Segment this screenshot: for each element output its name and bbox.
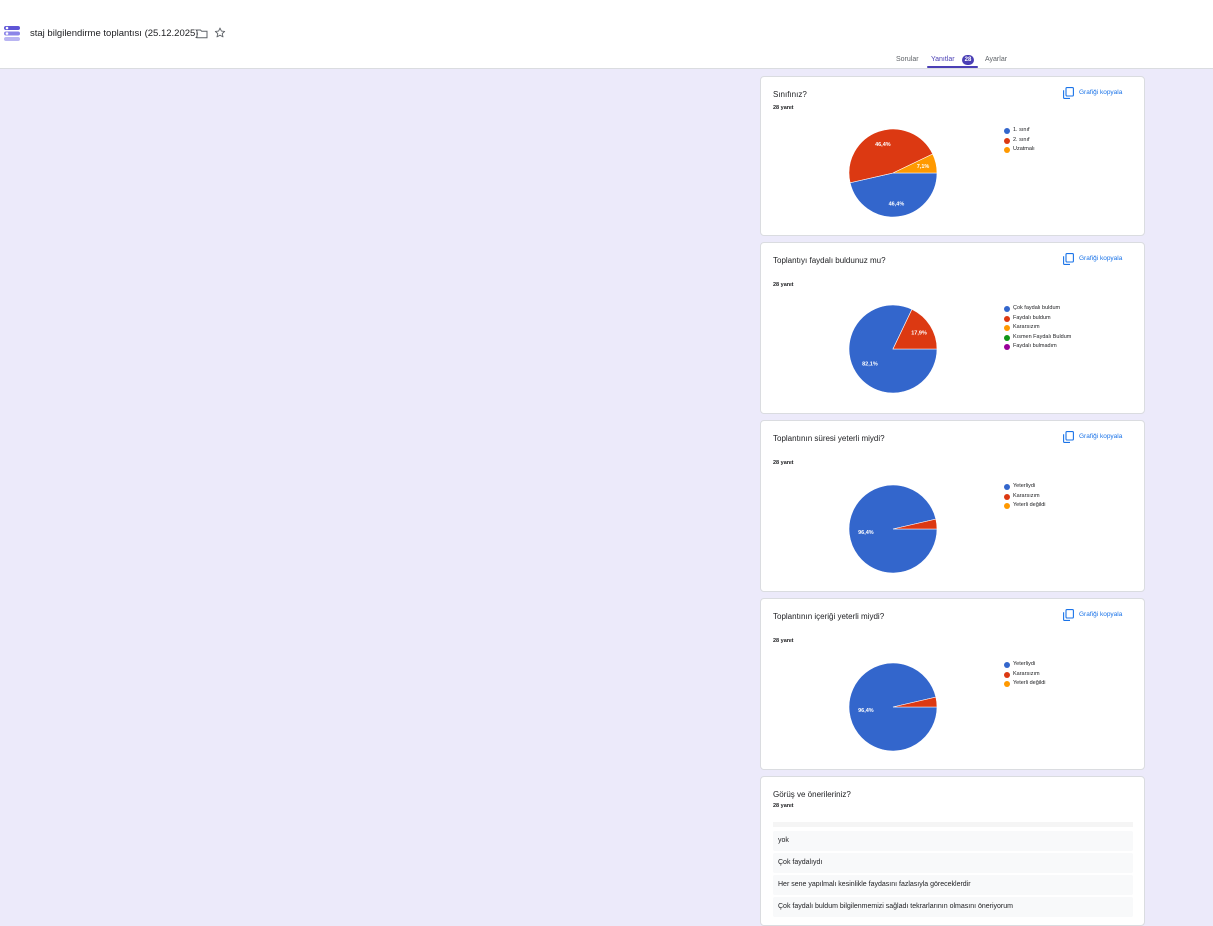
response-count-badge: 28: [962, 55, 974, 65]
copy-icon: [1063, 87, 1074, 99]
copy-chart-label: Grafiği kopyala: [1079, 611, 1123, 618]
legend-swatch: [1004, 147, 1010, 153]
question-card: Toplantıyı faydalı buldunuz mu? 28 yanıt…: [760, 242, 1145, 414]
copy-icon: [1063, 253, 1074, 265]
legend-label: Yeterli değildi: [1013, 680, 1046, 686]
tab-responses[interactable]: Yanıtlar: [931, 56, 955, 63]
legend-label: Yeterliydi: [1013, 661, 1036, 667]
legend-label: Yeterliydi: [1013, 483, 1036, 489]
legend-label: 2. sınıf: [1013, 136, 1030, 143]
response-count: 28 yanıt: [773, 282, 794, 288]
legend-swatch: [1004, 306, 1010, 312]
pie-chart: 82,1% 17,9%: [848, 304, 938, 394]
legend-label: 1. sınıf: [1013, 127, 1030, 133]
pie-chart: 96,4%: [848, 662, 938, 752]
pie-chart: 46,4% 46,4% 7,1%: [848, 128, 938, 218]
legend-swatch: [1004, 128, 1010, 134]
tab-questions[interactable]: Sorular: [896, 56, 919, 63]
question-title: Görüş ve önerileriniz?: [773, 790, 851, 799]
question-title: Sınıfınız?: [773, 90, 807, 99]
legend-swatch: [1004, 671, 1010, 678]
slice-label: 82,1%: [862, 362, 878, 368]
question-card: Toplantının içeriği yeterli miydi? 28 ya…: [760, 598, 1145, 770]
response-count: 28 yanıt: [773, 460, 794, 466]
answer-text: Her sene yapılmalı kesinlikle faydasını …: [778, 881, 971, 888]
legend-swatch: [1004, 484, 1010, 490]
slice-label: 96,4%: [858, 530, 874, 536]
legend-swatch: [1004, 503, 1010, 509]
response-count: 28 yanıt: [773, 638, 794, 644]
legend-label: Faydalı buldum: [1013, 314, 1051, 321]
answer-item: Çok faydalıydı: [773, 853, 1133, 873]
response-count: 28 yanıt: [773, 803, 794, 809]
question-card: Görüş ve önerileriniz? 28 yanıt yok Çok …: [760, 776, 1145, 926]
form-tabs: Sorular Yanıtlar Ayarlar: [0, 51, 1213, 69]
answer-text: Çok faydalı buldum bilgilenmemizi sağlad…: [778, 903, 1013, 910]
legend-label: Kararsızım: [1013, 492, 1040, 499]
answer-text: Çok faydalıydı: [778, 859, 823, 866]
legend-label: Çok faydalı buldum: [1013, 305, 1061, 311]
answer-text: yok: [778, 837, 789, 844]
legend-swatch: [1004, 493, 1010, 500]
question-title: Toplantıyı faydalı buldunuz mu?: [773, 256, 886, 265]
legend-swatch: [1004, 662, 1010, 668]
legend-label: Uzatmalı: [1013, 146, 1035, 152]
question-title: Toplantının süresi yeterli miydi?: [773, 434, 885, 443]
copy-icon: [1063, 431, 1074, 443]
legend-label: Yeterli değildi: [1013, 502, 1046, 508]
legend-swatch: [1004, 334, 1010, 341]
star-icon[interactable]: [214, 27, 226, 39]
pie-chart: 96,4%: [848, 484, 938, 574]
tab-settings[interactable]: Ayarlar: [985, 56, 1007, 63]
answer-item: Her sene yapılmalı kesinlikle faydasını …: [773, 875, 1133, 895]
forms-app-icon[interactable]: [4, 25, 20, 41]
answer-item: yok: [773, 831, 1133, 851]
legend-swatch: [1004, 315, 1010, 322]
question-card: Toplantının süresi yeterli miydi? 28 yan…: [760, 420, 1145, 592]
legend-swatch: [1004, 325, 1010, 331]
slice-label: 46,4%: [889, 202, 905, 208]
copy-chart-label: Grafiği kopyala: [1079, 433, 1123, 440]
slice-label: 96,4%: [858, 708, 874, 714]
copy-chart-label: Grafiği kopyala: [1079, 255, 1123, 262]
legend-label: Kararsızım: [1013, 324, 1040, 330]
legend-label: Kısmen Faydalı Buldum: [1013, 333, 1072, 340]
response-count: 28 yanıt: [773, 105, 794, 111]
active-tab-indicator: [927, 66, 978, 68]
slice-label: 17,9%: [911, 331, 927, 337]
legend-swatch: [1004, 137, 1010, 144]
answer-item: Çok faydalı buldum bilgilenmemizi sağlad…: [773, 897, 1133, 917]
legend-label: Kararsızım: [1013, 670, 1040, 677]
folder-icon[interactable]: [196, 28, 208, 39]
question-card: Sınıfınız? 28 yanıt Grafiği kopyala 46,4…: [760, 76, 1145, 236]
copy-icon: [1063, 609, 1074, 621]
legend-label: Faydalı bulmadım: [1013, 343, 1057, 349]
answer-list-top-edge: [773, 822, 1133, 827]
legend-swatch: [1004, 681, 1010, 687]
slice-label: 7,1%: [917, 164, 930, 170]
legend-swatch: [1004, 344, 1010, 350]
copy-chart-label: Grafiği kopyala: [1079, 89, 1123, 96]
document-title[interactable]: staj bilgilendirme toplantısı (25.12.202…: [30, 28, 198, 39]
top-bar: staj bilgilendirme toplantısı (25.12.202…: [0, 0, 1213, 69]
question-title: Toplantının içeriği yeterli miydi?: [773, 612, 885, 621]
slice-label: 46,4%: [875, 142, 891, 148]
